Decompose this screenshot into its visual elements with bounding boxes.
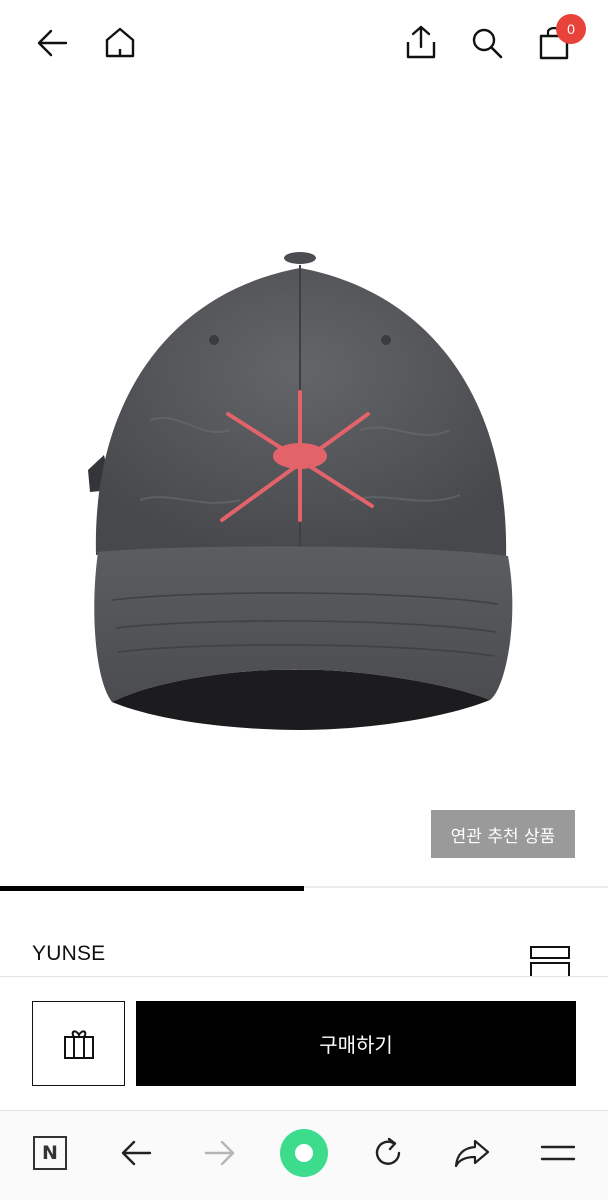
naver-logo-icon: N [33, 1136, 67, 1170]
arrow-left-icon [121, 1140, 152, 1166]
share-icon [406, 25, 436, 59]
brand-name[interactable]: YUNSE [32, 942, 105, 966]
product-image[interactable]: 연관 추천 상품 [0, 88, 608, 878]
browser-menu-button[interactable] [530, 1125, 586, 1181]
browser-home-logo-button[interactable]: N [22, 1125, 78, 1181]
browser-green-dot-button[interactable] [276, 1125, 332, 1181]
gift-button[interactable] [32, 1001, 125, 1086]
home-icon [105, 27, 135, 58]
gallery-progress-indicator [0, 886, 304, 891]
arrow-left-icon [37, 29, 68, 57]
top-navigation-bar: 0 [0, 0, 608, 88]
browser-share-button[interactable] [444, 1125, 500, 1181]
stacked-rectangles-icon [530, 946, 570, 978]
search-button[interactable] [465, 21, 509, 65]
buy-button[interactable]: 구매하기 [136, 1001, 576, 1086]
search-icon [472, 28, 503, 59]
green-dot-icon [280, 1129, 328, 1177]
hamburger-menu-icon [540, 1145, 576, 1161]
share-button[interactable] [399, 20, 443, 64]
browser-back-button[interactable] [108, 1125, 164, 1181]
layout-icon[interactable] [528, 944, 572, 978]
back-button[interactable] [31, 21, 75, 65]
cap-illustration [88, 252, 513, 730]
reload-icon [375, 1137, 401, 1165]
share-arrow-icon [454, 1139, 490, 1168]
browser-reload-button[interactable] [360, 1125, 416, 1181]
home-button[interactable] [98, 20, 142, 64]
browser-forward-button[interactable] [192, 1125, 248, 1181]
cart-count-badge: 0 [556, 14, 586, 44]
gift-icon [63, 1029, 94, 1059]
related-products-button[interactable]: 연관 추천 상품 [431, 810, 575, 858]
arrow-right-icon [204, 1140, 235, 1166]
